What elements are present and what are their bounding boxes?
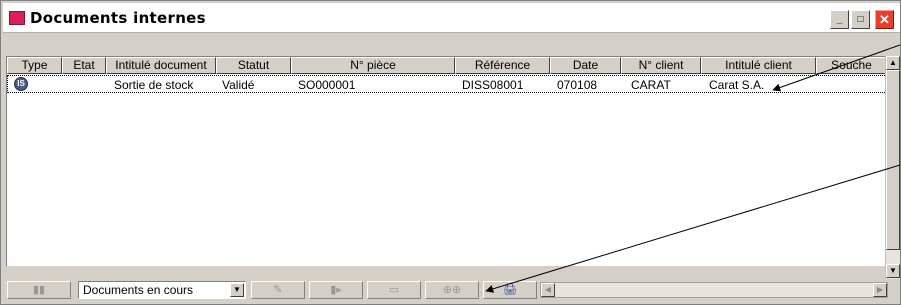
cell-numero-piece: SO000001 bbox=[298, 78, 356, 92]
title-bar[interactable]: Documents internes _ □ ✕ bbox=[3, 3, 900, 33]
document-filter-value: Documents en cours bbox=[83, 283, 194, 297]
bottom-toolbar: ▮▮ Documents en cours ▼ ✎ ▮▸ ▭ ⊕⊕ 🖨 ◀ ▶ bbox=[3, 279, 900, 301]
column-header-numero-client[interactable]: N° client bbox=[621, 57, 701, 74]
close-button[interactable]: ✕ bbox=[875, 10, 894, 29]
documents-internes-window: Documents internes _ □ ✕ Type Etat Intit… bbox=[0, 0, 901, 305]
minimize-button[interactable]: _ bbox=[830, 10, 849, 29]
document-filter-select[interactable]: Documents en cours ▼ bbox=[78, 281, 246, 299]
window-title: Documents internes bbox=[30, 9, 206, 27]
maximize-button[interactable]: □ bbox=[851, 10, 870, 29]
scroll-left-arrow-icon[interactable]: ◀ bbox=[541, 283, 555, 297]
column-header-statut[interactable]: Statut bbox=[216, 57, 291, 74]
column-header-intitule-document[interactable]: Intitulé document bbox=[106, 57, 216, 74]
cell-reference: DISS08001 bbox=[462, 78, 524, 92]
column-header-type[interactable]: Type bbox=[7, 57, 62, 74]
column-header-reference[interactable]: Référence bbox=[455, 57, 550, 74]
table-row[interactable]: IS Sortie de stock Validé SO000001 DISS0… bbox=[7, 75, 886, 93]
cell-date: 070108 bbox=[557, 78, 598, 92]
column-header-intitule-client[interactable]: Intitulé client bbox=[701, 57, 816, 74]
scroll-right-arrow-icon[interactable]: ▶ bbox=[873, 283, 887, 297]
print-icon[interactable]: 🖨 bbox=[483, 281, 537, 299]
horizontal-scrollbar[interactable]: ◀ ▶ bbox=[540, 282, 888, 298]
cell-statut: Validé bbox=[222, 78, 255, 92]
column-header-etat[interactable]: Etat bbox=[62, 57, 106, 74]
scroll-down-arrow-icon[interactable]: ▼ bbox=[886, 264, 900, 278]
search-binoculars-icon[interactable]: ⊕⊕ bbox=[425, 281, 479, 299]
documents-grid: Type Etat Intitulé document Statut N° pi… bbox=[6, 56, 886, 266]
cell-intitule-client: Carat S.A. bbox=[709, 78, 765, 92]
edit-pencil-icon[interactable]: ✎ bbox=[251, 281, 305, 299]
scroll-up-arrow-icon[interactable]: ▲ bbox=[886, 56, 900, 70]
column-header-souche[interactable]: Souche bbox=[816, 57, 886, 74]
window-icon bbox=[9, 11, 25, 25]
view-document-icon[interactable]: ▭ bbox=[367, 281, 421, 299]
chevron-down-icon[interactable]: ▼ bbox=[230, 283, 244, 297]
cell-numero-client: CARAT bbox=[631, 78, 671, 92]
column-header-numero-piece[interactable]: N° pièce bbox=[291, 57, 455, 74]
internal-document-icon: IS bbox=[14, 77, 28, 91]
cell-intitule-document: Sortie de stock bbox=[114, 78, 194, 92]
column-header-date[interactable]: Date bbox=[550, 57, 621, 74]
grid-header: Type Etat Intitulé document Statut N° pi… bbox=[7, 57, 886, 74]
scrollbar-thumb[interactable] bbox=[886, 70, 900, 250]
vertical-scrollbar[interactable]: ▲ ▼ bbox=[885, 56, 900, 282]
open-book-icon[interactable]: ▮▮ bbox=[7, 281, 71, 299]
transform-document-icon[interactable]: ▮▸ bbox=[309, 281, 363, 299]
